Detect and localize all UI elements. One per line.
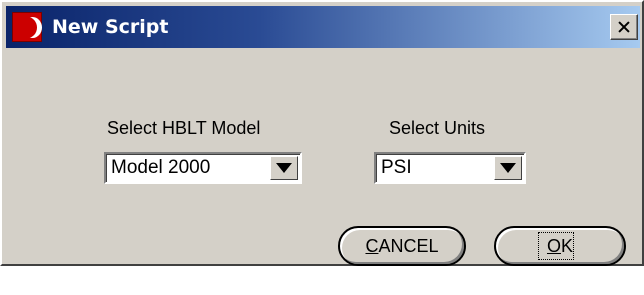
model-select[interactable]: Model 2000 [104, 152, 302, 184]
ok-focus-rectangle [538, 232, 574, 260]
chevron-down-icon[interactable] [494, 156, 522, 180]
cancel-button[interactable]: CANCEL [338, 226, 466, 266]
model-select-value: Model 2000 [111, 157, 211, 178]
chevron-down-icon[interactable] [270, 156, 298, 180]
title-bar[interactable]: New Script [6, 6, 640, 48]
app-logo-icon [12, 12, 42, 42]
model-label: Select HBLT Model [107, 118, 261, 138]
units-label: Select Units [389, 118, 486, 138]
dialog-title: New Script [52, 16, 169, 38]
units-select[interactable]: PSI [374, 152, 526, 184]
units-select-value: PSI [381, 157, 412, 178]
close-button[interactable] [610, 14, 638, 40]
